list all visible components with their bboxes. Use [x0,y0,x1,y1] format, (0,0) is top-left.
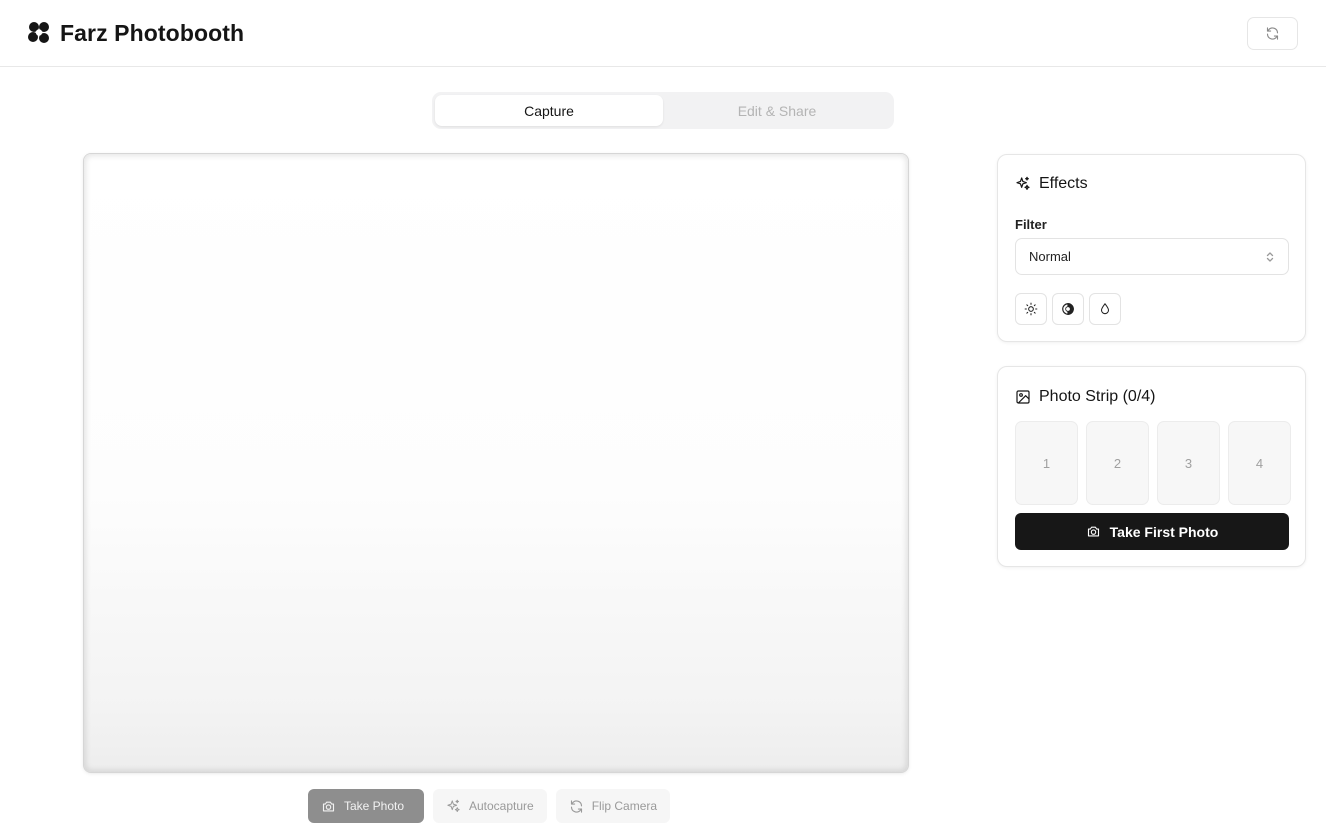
take-first-photo-label: Take First Photo [1109,523,1219,540]
photo-slot: 4 [1228,421,1291,505]
photo-strip-title-text: Photo Strip (0/4) [1039,388,1156,405]
app-header: Farz Photobooth [0,0,1326,67]
photo-strip-card: Photo Strip (0/4) 1 2 3 4 Take First Pho… [997,366,1306,567]
saturation-button[interactable] [1089,293,1121,325]
camera-icon [1087,526,1099,537]
adjustment-buttons [1015,293,1121,325]
contrast-button[interactable] [1052,293,1084,325]
app-title: Farz Photobooth [60,19,245,46]
refresh-button[interactable] [1247,17,1298,50]
photo-slot: 1 [1015,421,1078,505]
brand: Farz Photobooth [26,18,244,48]
photo-slot: 2 [1086,421,1149,505]
brightness-button[interactable] [1015,293,1047,325]
tab-capture[interactable]: Capture [435,95,663,126]
photo-slot: 3 [1157,421,1220,505]
refresh-icon [570,799,582,813]
effects-title: Effects [1015,175,1088,193]
brightness-icon [1024,302,1038,316]
autocapture-button[interactable]: Autocapture [433,789,547,823]
refresh-icon [1266,27,1279,40]
take-photo-label: Take Photo [344,799,405,813]
flip-camera-button[interactable]: Flip Camera [555,789,671,823]
sparkles-icon [1016,176,1030,190]
paw-flower-logo-icon [28,22,49,43]
tab-edit-share[interactable]: Edit & Share [663,95,891,126]
flip-camera-label: Flip Camera [591,799,658,813]
effects-title-text: Effects [1039,175,1088,192]
filter-value: Normal [1029,249,1071,264]
filter-label: Filter [1015,217,1047,232]
chevron-up-down-icon [1266,251,1274,262]
mode-tabs: Capture Edit & Share [432,92,894,129]
contrast-icon [1062,303,1074,315]
filter-select[interactable]: Normal [1015,238,1289,275]
photo-strip-title: Photo Strip (0/4) [1015,388,1156,406]
sparkles-icon [447,799,460,812]
autocapture-label: Autocapture [469,799,534,813]
image-icon [1016,390,1030,404]
effects-card: Effects Filter Normal [997,154,1306,342]
photo-slots: 1 2 3 4 [1015,421,1291,505]
capture-controls: Take Photo Autocapture Flip Camera [308,789,671,823]
take-first-photo-button[interactable]: Take First Photo [1015,513,1289,550]
camera-icon [322,801,335,811]
saturation-icon [1100,303,1110,315]
camera-preview [84,154,908,772]
take-photo-button[interactable]: Take Photo [308,789,424,823]
